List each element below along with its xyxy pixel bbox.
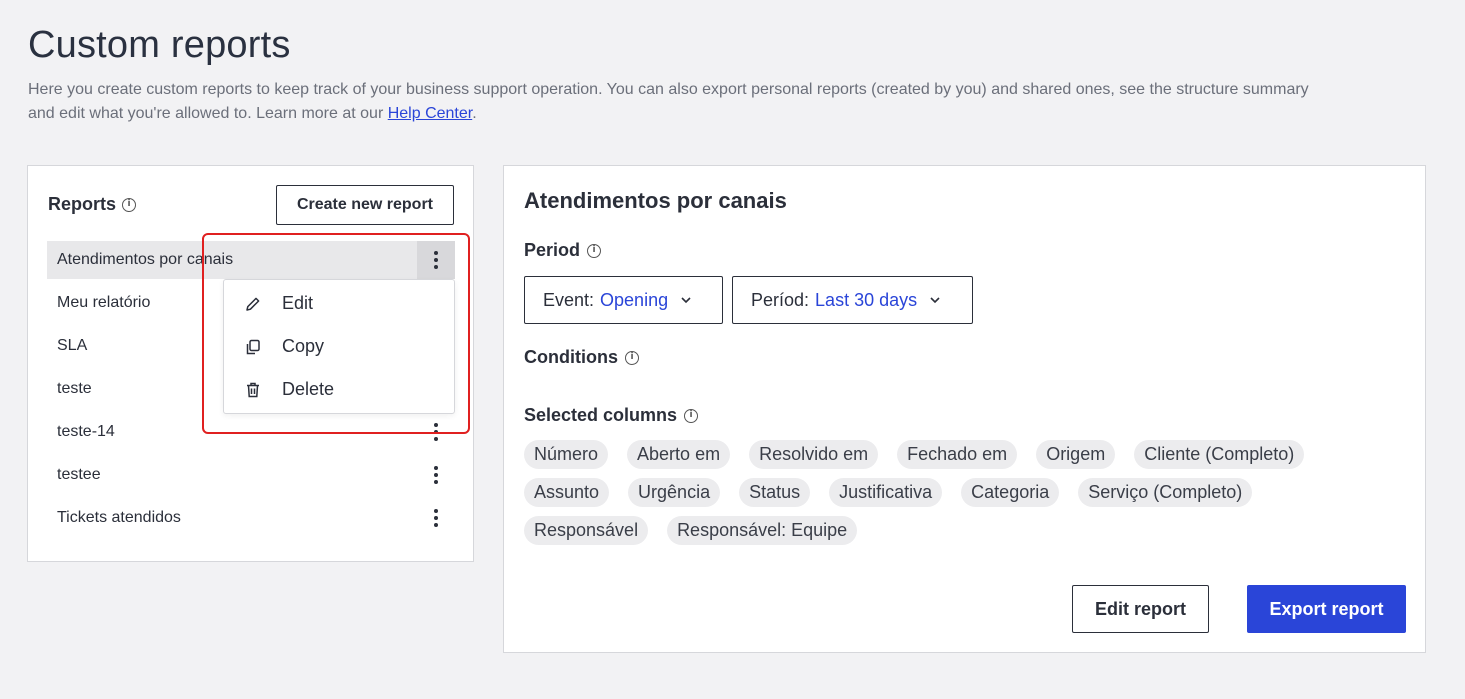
conditions-label: Conditions i [524,347,639,368]
column-chip: Número [524,440,609,469]
report-item-label: SLA [57,337,88,354]
create-new-report-button[interactable]: Create new report [276,185,454,225]
column-chip: Urgência [628,478,721,507]
column-chip: Categoria [961,478,1060,507]
copy-icon [246,339,260,354]
column-chip: Fechado em [897,440,1018,469]
column-chip: Serviço (Completo) [1078,478,1253,507]
report-item[interactable]: Atendimentos por canais [47,241,455,279]
selected-columns-chips: Número Aberto em Resolvido em Fechado em… [524,440,1404,554]
page-title: Custom reports [28,24,291,66]
column-chip: Responsável [524,516,649,545]
report-context-menu: Edit Copy Delete [223,279,455,414]
menu-item-edit[interactable]: Edit [224,282,454,325]
report-item-label: Atendimentos por canais [57,251,234,268]
info-icon[interactable]: i [624,350,639,365]
info-icon[interactable]: i [684,408,699,423]
period-select[interactable]: Períod: Last 30 days [732,276,973,324]
more-options-icon[interactable] [417,413,455,451]
report-item[interactable]: teste-14 [47,413,455,451]
column-chip: Cliente (Completo) [1134,440,1305,469]
description-text: Here you create custom reports to keep t… [28,81,1309,122]
report-item[interactable]: testee [47,456,455,494]
period-select-prefix: Períod: [751,289,810,310]
conditions-label-text: Conditions [524,347,618,367]
trash-icon [247,382,259,397]
menu-item-copy[interactable]: Copy [224,325,454,368]
period-select-value: Last 30 days [815,289,918,310]
selected-columns-label-text: Selected columns [524,405,678,425]
info-icon[interactable]: i [587,243,602,258]
description-end: . [472,105,477,122]
report-item-label: Meu relatório [57,294,151,311]
report-item-label: testee [57,466,101,483]
report-detail-panel: Atendimentos por canais Period i Event: … [503,165,1426,653]
info-icon[interactable]: i [122,197,137,212]
menu-item-copy-label: Copy [282,336,325,356]
event-select-prefix: Event: [543,289,595,310]
report-item[interactable]: Tickets atendidos [47,499,455,537]
report-item-label: teste-14 [57,423,115,440]
column-chip: Origem [1036,440,1116,469]
column-chip: Justificativa [829,478,943,507]
page-description: Here you create custom reports to keep t… [28,78,1328,126]
period-label-text: Period [524,240,581,260]
more-options-icon[interactable] [417,499,455,537]
edit-report-button[interactable]: Edit report [1072,585,1209,633]
report-item-label: Tickets atendidos [57,509,181,526]
column-chip: Responsável: Equipe [667,516,858,545]
reports-heading-label: Reports [48,194,117,214]
chip-row: Responsável Responsável: Equipe [524,516,1404,545]
column-chip: Aberto em [627,440,731,469]
more-options-icon[interactable] [417,456,455,494]
period-label: Period i [524,240,602,261]
selected-columns-label: Selected columns i [524,405,699,426]
pencil-icon [246,297,260,311]
report-item-label: teste [57,380,92,397]
reports-heading: Reports i [48,194,137,215]
more-options-icon[interactable] [417,241,455,279]
help-center-link[interactable]: Help Center [388,105,473,122]
column-chip: Status [739,478,811,507]
chip-row: Número Aberto em Resolvido em Fechado em… [524,440,1404,469]
menu-item-delete-label: Delete [282,379,335,399]
event-select-value: Opening [600,289,669,310]
chevron-down-icon [681,297,691,304]
chevron-down-icon [930,297,940,304]
menu-item-edit-label: Edit [282,293,314,313]
event-select[interactable]: Event: Opening [524,276,723,324]
menu-item-delete[interactable]: Delete [224,368,454,411]
export-report-button[interactable]: Export report [1247,585,1406,633]
column-chip: Assunto [524,478,610,507]
chip-row: Assunto Urgência Status Justificativa Ca… [524,478,1404,507]
column-chip: Resolvido em [749,440,879,469]
report-title: Atendimentos por canais [524,188,787,213]
